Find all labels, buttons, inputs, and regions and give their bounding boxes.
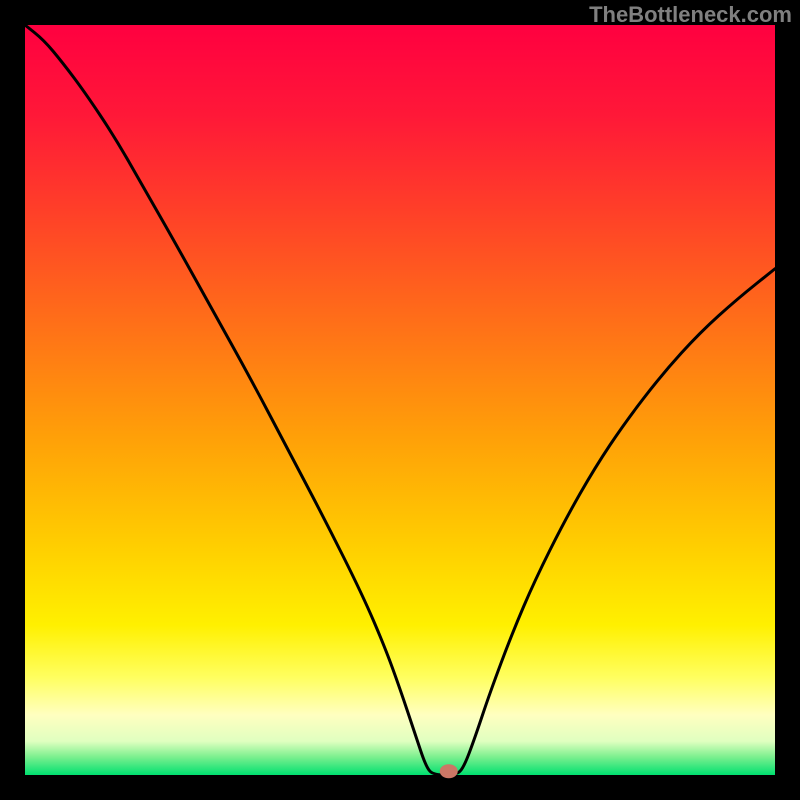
optimal-point-marker xyxy=(440,764,458,778)
gradient-background xyxy=(25,25,775,775)
bottleneck-chart xyxy=(0,0,800,800)
watermark-text: TheBottleneck.com xyxy=(589,2,792,28)
chart-container: TheBottleneck.com xyxy=(0,0,800,800)
